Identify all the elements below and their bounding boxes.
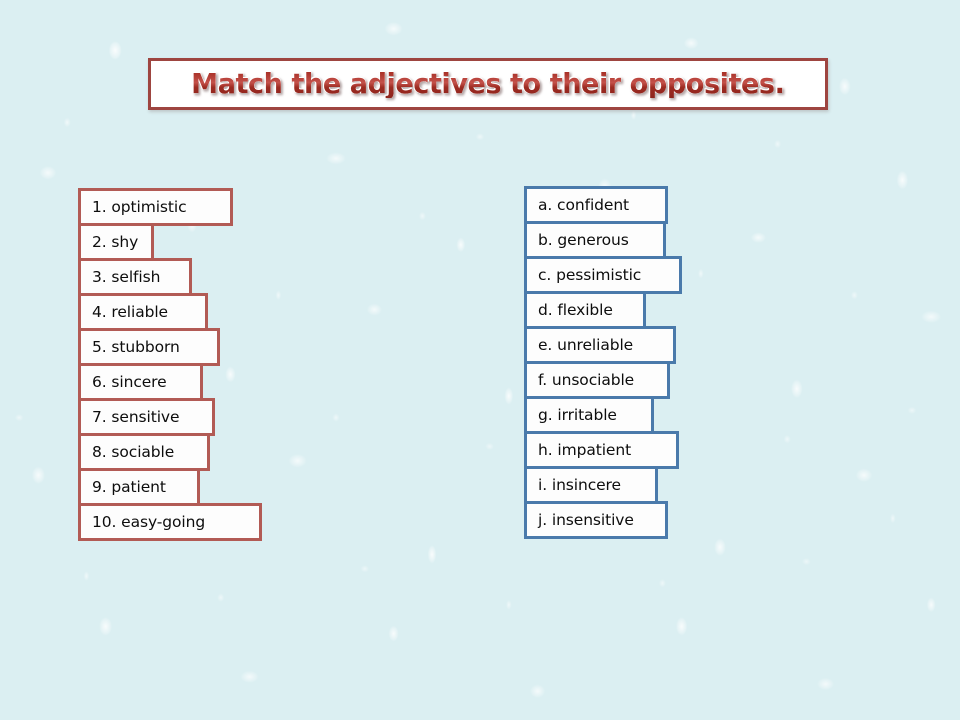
slide-canvas: Match the adjectives to their opposites.…: [0, 0, 960, 720]
title-banner: Match the adjectives to their opposites.: [148, 58, 828, 110]
opposites-column: a. confident b. generous c. pessimistic d. …: [524, 186, 682, 539]
opposite-item[interactable]: g. irritable: [524, 396, 654, 434]
adjective-item[interactable]: 5. stubborn: [78, 328, 220, 366]
adjective-item[interactable]: 8. sociable: [78, 433, 210, 471]
opposite-item[interactable]: d. flexible: [524, 291, 646, 329]
opposite-item-label: f. unsociable: [538, 371, 635, 389]
opposite-item[interactable]: h. impatient: [524, 431, 679, 469]
adjective-item[interactable]: 4. reliable: [78, 293, 208, 331]
opposite-item[interactable]: f. unsociable: [524, 361, 670, 399]
adjective-item[interactable]: 10. easy-going: [78, 503, 262, 541]
adjective-item-label: 4. reliable: [92, 303, 168, 321]
adjective-item-label: 1. optimistic: [92, 198, 187, 216]
opposite-item-label: j. insensitive: [538, 511, 634, 529]
opposite-item[interactable]: j. insensitive: [524, 501, 668, 539]
adjective-item[interactable]: 7. sensitive: [78, 398, 215, 436]
opposite-item-label: a. confident: [538, 196, 630, 214]
adjective-item-label: 10. easy-going: [92, 513, 206, 531]
opposite-item-label: i. insincere: [538, 476, 621, 494]
opposite-item-label: h. impatient: [538, 441, 632, 459]
adjective-item[interactable]: 6. sincere: [78, 363, 203, 401]
opposite-item[interactable]: e. unreliable: [524, 326, 676, 364]
opposite-item[interactable]: i. insincere: [524, 466, 658, 504]
opposite-item-label: e. unreliable: [538, 336, 634, 354]
adjective-item[interactable]: 2. shy: [78, 223, 154, 261]
adjective-item-label: 8. sociable: [92, 443, 175, 461]
adjective-item-label: 7. sensitive: [92, 408, 180, 426]
adjective-item[interactable]: 3. selfish: [78, 258, 192, 296]
adjective-item-label: 6. sincere: [92, 373, 167, 391]
adjective-item-label: 2. shy: [92, 233, 139, 251]
opposite-item-label: c. pessimistic: [538, 266, 642, 284]
opposite-item[interactable]: b. generous: [524, 221, 666, 259]
adjective-item-label: 3. selfish: [92, 268, 161, 286]
opposite-item-label: d. flexible: [538, 301, 613, 319]
adjective-item[interactable]: 1. optimistic: [78, 188, 233, 226]
opposite-item-label: g. irritable: [538, 406, 617, 424]
adjective-item[interactable]: 9. patient: [78, 468, 200, 506]
adjective-item-label: 9. patient: [92, 478, 166, 496]
page-title: Match the adjectives to their opposites.: [191, 67, 785, 100]
adjectives-column: 1. optimistic 2. shy 3. selfish 4. reliable…: [78, 188, 262, 541]
opposite-item-label: b. generous: [538, 231, 629, 249]
opposite-item[interactable]: c. pessimistic: [524, 256, 682, 294]
opposite-item[interactable]: a. confident: [524, 186, 668, 224]
adjective-item-label: 5. stubborn: [92, 338, 180, 356]
